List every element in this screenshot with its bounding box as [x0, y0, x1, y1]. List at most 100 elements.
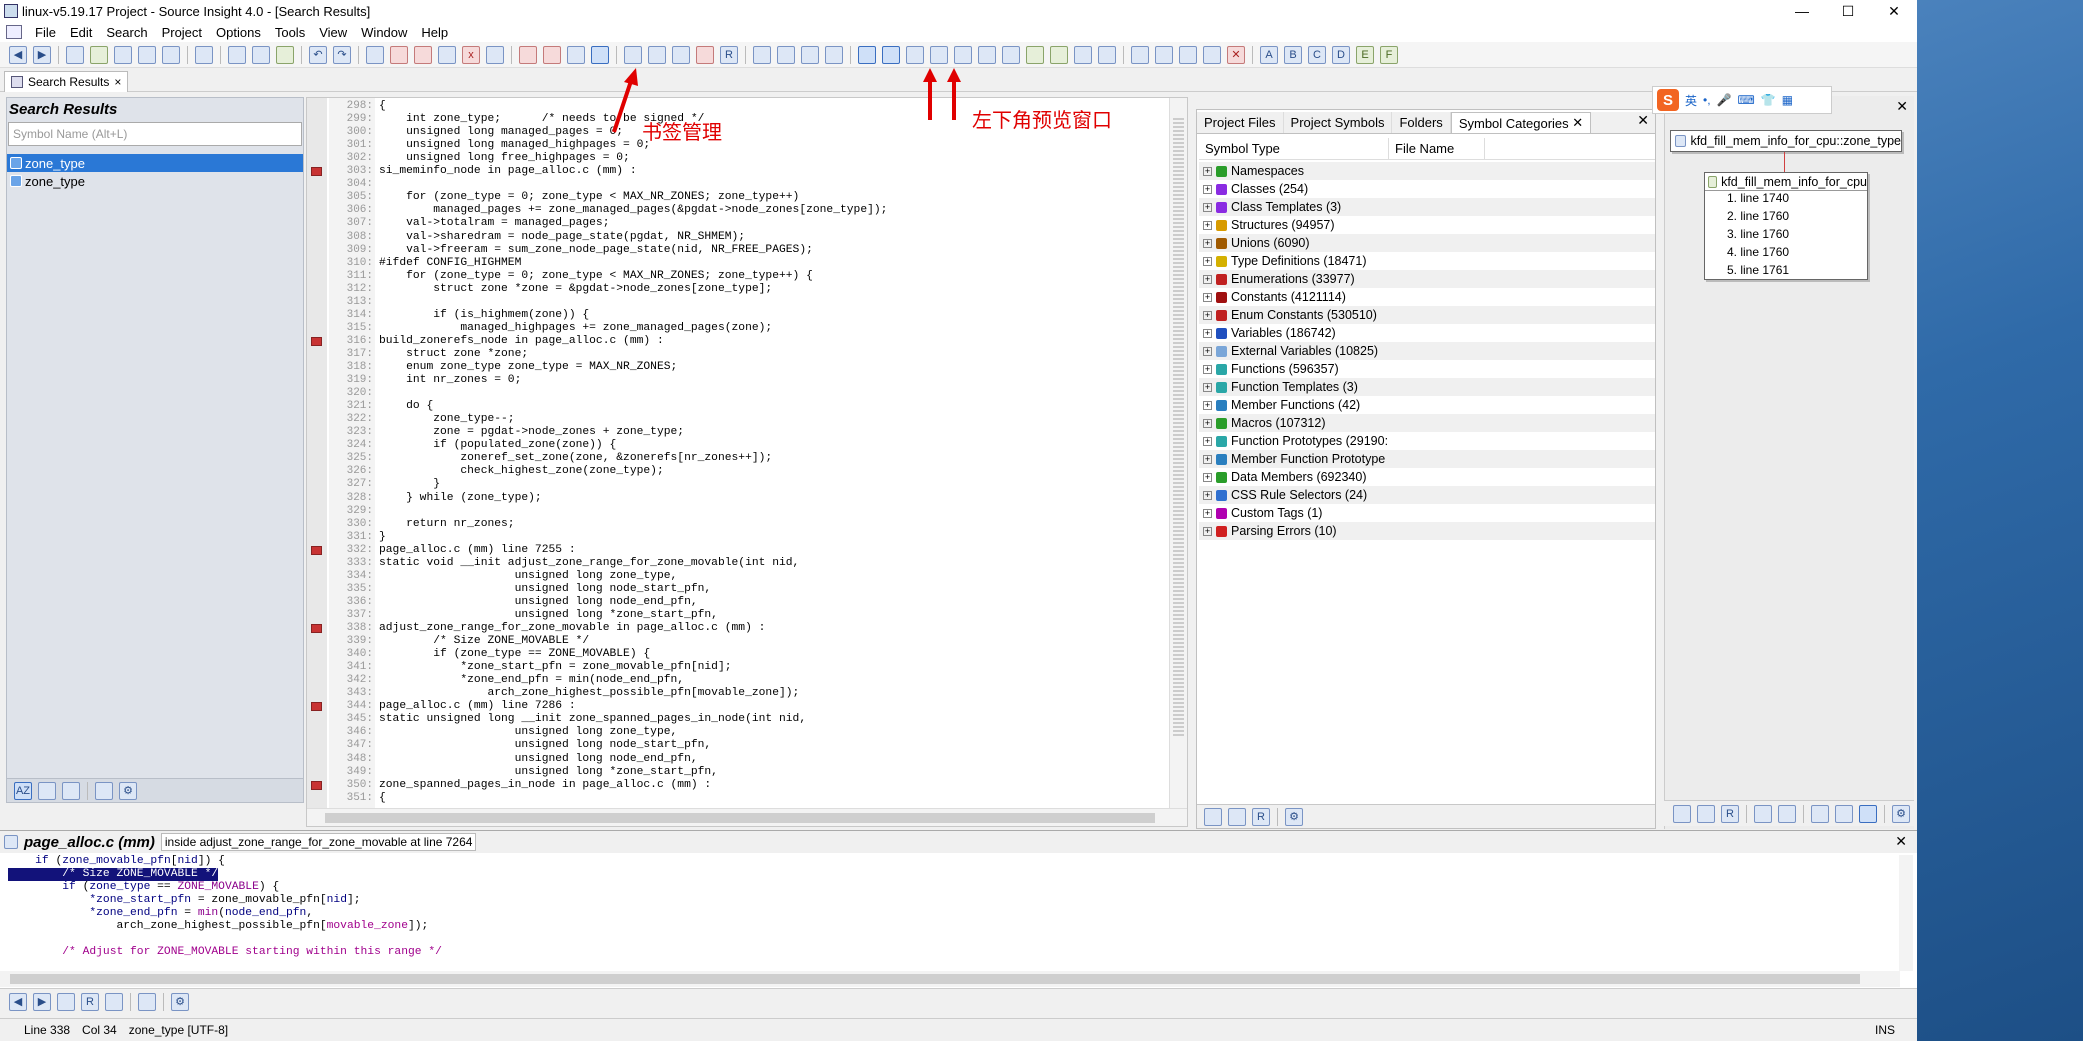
menu-file[interactable]: File	[28, 25, 63, 40]
book-icon[interactable]	[95, 781, 113, 800]
code-line[interactable]: zoneref_set_zone(zone, &zonerefs[nr_zone…	[379, 452, 772, 465]
code-line[interactable]: page_alloc.c (mm) line 7286 :	[379, 700, 576, 713]
symbol-name-input[interactable]: Symbol Name (Alt+L)	[8, 122, 302, 146]
expand-icon[interactable]: +	[1203, 202, 1212, 212]
menu-tools[interactable]: Tools	[268, 25, 312, 40]
expand-icon[interactable]: +	[1203, 400, 1212, 410]
copy-icon[interactable]	[252, 45, 270, 64]
scrollbar-thumb[interactable]	[325, 813, 1155, 823]
font-c-icon[interactable]: C	[1308, 45, 1326, 64]
column-header[interactable]: File Name	[1389, 138, 1485, 159]
cut-icon[interactable]	[228, 45, 246, 64]
layout-split-icon[interactable]	[777, 45, 795, 64]
delete-icon[interactable]: ✕	[1227, 45, 1245, 64]
code-editor[interactable]: 298: 299: 300: 301: 302: 303: 304: 305: 306: 307:…	[306, 97, 1188, 827]
settings-icon[interactable]: ⚙	[1892, 804, 1910, 823]
keyboard-icon[interactable]: ⌨	[1738, 93, 1755, 107]
search-result-marker-icon[interactable]	[311, 624, 322, 633]
document-icon[interactable]	[6, 25, 22, 39]
expand-icon[interactable]: +	[1203, 526, 1212, 536]
code-line[interactable]: {	[379, 792, 386, 805]
menu-help[interactable]: Help	[414, 25, 455, 40]
jump-icon[interactable]	[624, 45, 642, 64]
save-icon[interactable]	[114, 45, 132, 64]
menu-window[interactable]: Window	[354, 25, 414, 40]
code-line[interactable]: *zone_start_pfn = zone_movable_pfn[nid];	[379, 661, 731, 674]
symbol-window-icon[interactable]	[1228, 807, 1246, 826]
sogou-logo-icon[interactable]: S	[1657, 89, 1679, 111]
find-next-icon[interactable]	[414, 45, 432, 64]
link-icon[interactable]	[1179, 45, 1197, 64]
code-line[interactable]: val->freeram = sum_zone_node_page_state(…	[379, 244, 813, 257]
font-b-icon[interactable]: B	[1284, 45, 1302, 64]
font-e-icon[interactable]: E	[1356, 45, 1374, 64]
font-f-icon[interactable]: F	[1380, 45, 1398, 64]
code-line[interactable]: unsigned long zone_type,	[379, 726, 678, 739]
context-horizontal-scrollbar[interactable]	[0, 971, 1900, 987]
expand-icon[interactable]: +	[1203, 382, 1212, 392]
outline-icon[interactable]	[906, 45, 924, 64]
vertical-scrollbar[interactable]	[1169, 98, 1187, 826]
save-all-icon[interactable]	[138, 45, 156, 64]
code-line[interactable]: si_meminfo_node in page_alloc.c (mm) :	[379, 165, 637, 178]
menu-edit[interactable]: Edit	[63, 25, 99, 40]
code-line[interactable]: int nr_zones = 0;	[379, 374, 521, 387]
book-icon[interactable]	[57, 992, 75, 1011]
preview-window-icon[interactable]	[882, 45, 900, 64]
symbol-category-item[interactable]: + Function Templates (3)	[1199, 378, 1655, 396]
expand-icon[interactable]: +	[1203, 310, 1212, 320]
symbol-category-item[interactable]: + Functions (596357)	[1199, 360, 1655, 378]
expand-icon[interactable]: +	[1203, 346, 1212, 356]
code-line[interactable]: unsigned long managed_highpages = 0;	[379, 139, 650, 152]
symbol-window-icon[interactable]	[648, 45, 666, 64]
relation-icon[interactable]: R	[81, 992, 99, 1011]
hierarchy-icon[interactable]	[1203, 45, 1221, 64]
context-window-icon[interactable]	[858, 45, 876, 64]
code-line[interactable]: zone = pgdat->node_zones + zone_type;	[379, 426, 684, 439]
tab-close-icon[interactable]: ✕	[1572, 115, 1583, 131]
code-line[interactable]: managed_pages += zone_managed_pages(&pgd…	[379, 204, 887, 217]
close-file-icon[interactable]	[162, 45, 180, 64]
font-d-icon[interactable]: D	[1332, 45, 1350, 64]
redo-icon[interactable]: ↷	[333, 45, 351, 64]
menu-view[interactable]: View	[312, 25, 354, 40]
bookmark-prev-icon[interactable]	[519, 45, 537, 64]
bookmark-gutter[interactable]	[307, 98, 327, 826]
reference-line[interactable]: 3. line 1760	[1705, 227, 1867, 245]
symbol-category-item[interactable]: + Unions (6090)	[1199, 234, 1655, 252]
code-line[interactable]: arch_zone_highest_possible_pfn[movable_z…	[379, 687, 799, 700]
relation-window-close-icon[interactable]: ✕	[1896, 98, 1908, 115]
list-item[interactable]: zone_type	[7, 172, 303, 190]
lookup-refs-icon[interactable]	[486, 45, 504, 64]
diff-icon[interactable]	[954, 45, 972, 64]
code-line[interactable]: *zone_end_pfn = min(node_end_pfn,	[379, 674, 684, 687]
expand-icon[interactable]: +	[1203, 328, 1212, 338]
hierarchy-icon[interactable]	[105, 992, 123, 1011]
indent-icon[interactable]	[1131, 45, 1149, 64]
scrollbar-thumb[interactable]	[10, 974, 1860, 984]
outdent-icon[interactable]	[1155, 45, 1173, 64]
symbol-category-item[interactable]: + Constants (4121114)	[1199, 288, 1655, 306]
relation-function-node[interactable]: kfd_fill_mem_info_for_cpu 1. line 1740 2…	[1704, 172, 1868, 280]
code-line[interactable]: do {	[379, 400, 433, 413]
expand-icon[interactable]: +	[1203, 436, 1212, 446]
search-result-marker-icon[interactable]	[311, 702, 322, 712]
relation-icon[interactable]: R	[720, 45, 738, 64]
code-line[interactable]: return nr_zones;	[379, 518, 514, 531]
undo-icon[interactable]: ↶	[309, 45, 327, 64]
code-line[interactable]: struct zone *zone = &pgdat->node_zones[z…	[379, 283, 772, 296]
code-line[interactable]: if (populated_zone(zone)) {	[379, 439, 616, 452]
scrollbar-thumb[interactable]	[1173, 118, 1184, 738]
relation-icon[interactable]: R	[1252, 807, 1270, 826]
reference-line[interactable]: 5. line 1761	[1705, 263, 1867, 281]
code-line[interactable]: static unsigned long __init zone_spanned…	[379, 713, 806, 726]
relation-icon[interactable]: R	[1721, 804, 1739, 823]
code-line[interactable]: static void __init adjust_zone_range_for…	[379, 557, 799, 570]
context-code[interactable]: if (zone_movable_pfn[nid]) { /* Size ZON…	[8, 855, 1888, 959]
code-line[interactable]: if (zone_type == ZONE_MOVABLE) {	[379, 648, 650, 661]
graph-view-icon[interactable]	[1835, 804, 1853, 823]
forward-icon[interactable]: ▶	[33, 992, 51, 1011]
build-icon[interactable]	[1026, 45, 1044, 64]
code-line[interactable]: adjust_zone_range_for_zone_movable in pa…	[379, 622, 765, 635]
category-icon[interactable]	[62, 781, 80, 800]
